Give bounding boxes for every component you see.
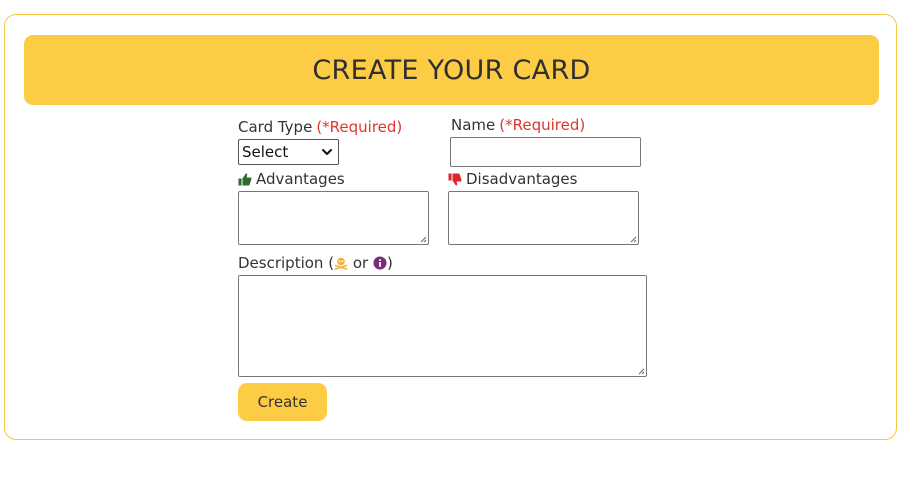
thumbs-up-icon: [238, 172, 252, 186]
name-label-text: Name: [451, 116, 496, 134]
resize-grip-icon[interactable]: [637, 367, 645, 375]
disadvantages-textarea[interactable]: [448, 191, 639, 245]
name-input[interactable]: [450, 137, 641, 167]
thumbs-down-icon: [448, 173, 462, 186]
create-button-label: Create: [257, 393, 308, 411]
card-type-selected-value: Select: [242, 143, 289, 161]
description-label-or: or: [348, 254, 373, 272]
description-textarea[interactable]: [238, 275, 647, 377]
card-type-select[interactable]: Select: [238, 139, 339, 165]
advantages-label-text: Advantages: [256, 170, 345, 188]
name-required-note: (*Required): [499, 116, 586, 134]
chevron-down-icon: [322, 149, 332, 155]
advantages-label: Advantages: [238, 170, 345, 188]
create-button[interactable]: Create: [238, 383, 327, 421]
info-circle-icon: [373, 256, 387, 270]
disadvantages-label-text: Disadvantages: [466, 170, 578, 188]
card-type-label: Card Type (*Required): [238, 118, 402, 136]
resize-grip-icon[interactable]: [419, 235, 427, 243]
card-type-required-note: (*Required): [316, 118, 403, 136]
card-type-label-text: Card Type: [238, 118, 313, 136]
advantages-textarea[interactable]: [238, 191, 429, 245]
header-banner: CREATE YOUR CARD: [24, 35, 879, 105]
description-label-suffix: ): [386, 254, 393, 272]
skull-crossbones-icon: [334, 256, 348, 270]
resize-grip-icon[interactable]: [629, 235, 637, 243]
page-title: CREATE YOUR CARD: [312, 54, 591, 86]
description-label-prefix: Description (: [238, 254, 335, 272]
description-label: Description ( or ): [238, 254, 393, 272]
name-label: Name (*Required): [451, 116, 585, 134]
disadvantages-label: Disadvantages: [448, 170, 577, 188]
